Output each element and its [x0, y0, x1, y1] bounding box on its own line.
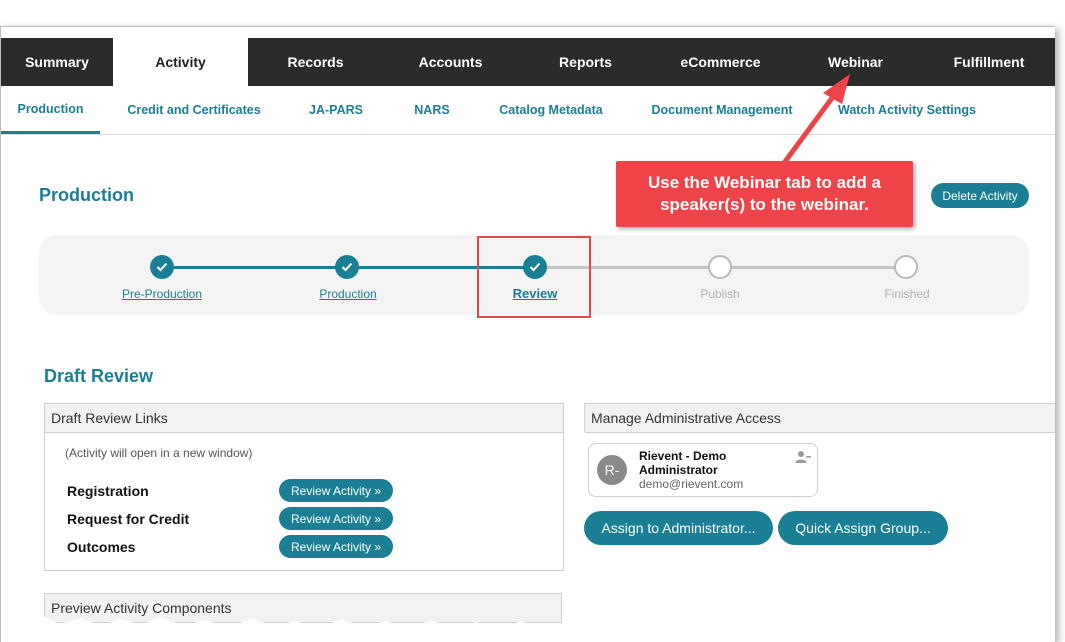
subtab-credit-certificates[interactable]: Credit and Certificates: [100, 86, 288, 134]
webinar-callout: Use the Webinar tab to add a speaker(s) …: [616, 161, 913, 227]
step-label-pre-production[interactable]: Pre-Production: [122, 287, 202, 301]
quick-assign-group-button[interactable]: Quick Assign Group...: [778, 511, 948, 545]
app-window: Summary Activity Records Accounts Report…: [0, 26, 1055, 642]
step-label-production[interactable]: Production: [319, 287, 376, 301]
subtab-ja-pars[interactable]: JA-PARS: [288, 86, 384, 134]
tab-reports[interactable]: Reports: [518, 38, 653, 86]
step-finished-circle-icon: [894, 255, 918, 279]
tab-records[interactable]: Records: [248, 38, 383, 86]
subtab-catalog-metadata[interactable]: Catalog Metadata: [480, 86, 622, 134]
avatar: R-: [597, 455, 627, 485]
step-pre-production-check-icon: [150, 255, 174, 279]
tab-summary[interactable]: Summary: [1, 38, 113, 86]
main-nav: Summary Activity Records Accounts Report…: [1, 38, 1055, 86]
subtab-production[interactable]: Production: [1, 86, 100, 134]
admin-user-card: R- Rievent - Demo Administrator demo@rie…: [588, 443, 818, 497]
callout-text: Use the Webinar tab to add a speaker(s) …: [647, 173, 881, 214]
subtab-document-management[interactable]: Document Management: [622, 86, 822, 134]
step-publish-circle-icon: [708, 255, 732, 279]
assign-to-administrator-button[interactable]: Assign to Administrator...: [584, 511, 773, 545]
remove-user-icon[interactable]: [795, 450, 811, 464]
draft-review-title: Draft Review: [44, 366, 154, 386]
review-credit-button[interactable]: Review Activity »: [279, 507, 393, 530]
sub-nav: Production Credit and Certificates JA-PA…: [1, 86, 1055, 135]
outcomes-label: Outcomes: [67, 539, 136, 555]
tab-ecommerce[interactable]: eCommerce: [653, 38, 788, 86]
step-production-check-icon: [335, 255, 359, 279]
request-for-credit-label: Request for Credit: [67, 511, 190, 527]
tab-webinar[interactable]: Webinar: [788, 38, 923, 86]
torn-edge: [1, 615, 1055, 642]
review-outcomes-button[interactable]: Review Activity »: [279, 535, 393, 558]
admin-user-email: demo@rievent.com: [639, 477, 744, 491]
admin-access-panel: Manage Administrative Access: [584, 403, 1055, 433]
step-label-publish: Publish: [700, 287, 740, 301]
tab-activity[interactable]: Activity: [113, 38, 248, 86]
delete-activity-button[interactable]: Delete Activity: [931, 183, 1029, 208]
page-title: Production: [39, 185, 134, 205]
tab-fulfillment[interactable]: Fulfillment: [923, 38, 1055, 86]
links-note: (Activity will open in a new window): [65, 446, 253, 460]
admin-user-name: Rievent - Demo Administrator: [639, 449, 727, 477]
draft-review-links-panel: Draft Review Links (Activity will open i…: [44, 403, 564, 571]
review-highlight-box: [477, 236, 591, 318]
admin-access-header: Manage Administrative Access: [585, 404, 1055, 433]
review-registration-button[interactable]: Review Activity »: [279, 479, 393, 502]
tab-accounts[interactable]: Accounts: [383, 38, 518, 86]
draft-review-links-header: Draft Review Links: [45, 404, 563, 433]
step-label-finished: Finished: [884, 287, 930, 301]
subtab-watch-activity-settings[interactable]: Watch Activity Settings: [822, 86, 992, 134]
subtab-nars[interactable]: NARS: [384, 86, 480, 134]
registration-label: Registration: [67, 483, 149, 499]
